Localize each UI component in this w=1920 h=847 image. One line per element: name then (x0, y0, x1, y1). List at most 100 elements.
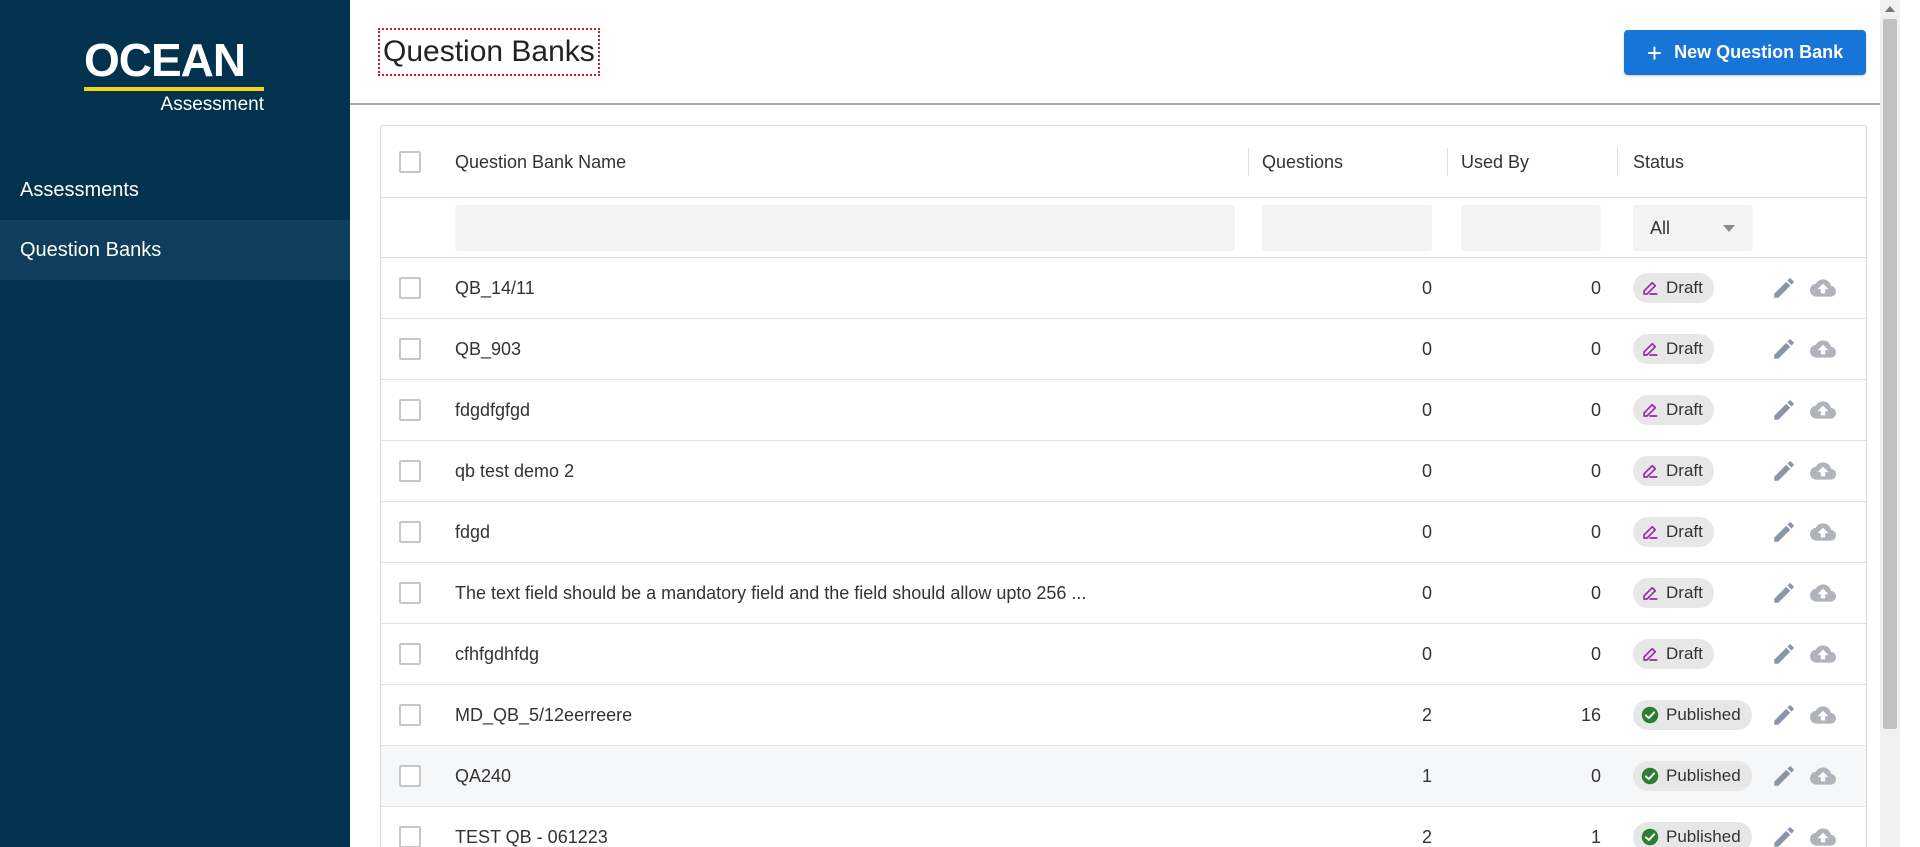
used-by-count: 0 (1590, 765, 1601, 786)
upload-cloud-icon[interactable] (1808, 273, 1838, 303)
questions-count: 0 (1421, 338, 1432, 359)
status-label: Draft (1666, 278, 1703, 297)
questions-count: 0 (1421, 582, 1432, 603)
scrollbar-thumb[interactable] (1883, 19, 1897, 729)
table-row[interactable]: fdgdfgfgd 0 0 Draft (381, 380, 1866, 441)
status-badge: Draft (1633, 273, 1714, 303)
edit-pencil-icon[interactable] (1769, 517, 1799, 547)
logo-subtitle: Assessment (160, 94, 264, 115)
sidebar-item-assessments[interactable]: Assessments (0, 160, 350, 220)
questions-count: 2 (1421, 826, 1432, 847)
new-question-bank-label: New Question Bank (1674, 42, 1844, 62)
used-by-count: 0 (1590, 399, 1601, 420)
upload-cloud-icon[interactable] (1808, 456, 1838, 486)
sidebar-item-question-banks[interactable]: Question Banks (0, 220, 350, 280)
published-check-icon (1641, 706, 1659, 724)
row-checkbox[interactable] (399, 826, 421, 847)
row-checkbox[interactable] (399, 582, 421, 604)
edit-pencil-icon[interactable] (1769, 273, 1799, 303)
table-header: Question Bank Name Questions Used By Sta… (381, 126, 1866, 198)
edit-pencil-icon[interactable] (1769, 761, 1799, 791)
select-all-checkbox[interactable] (399, 151, 421, 173)
status-badge: Draft (1633, 395, 1714, 425)
questions-count: 2 (1421, 704, 1432, 725)
ocean-assessment-logo[interactable]: OCEAN Assessment (84, 34, 266, 115)
column-divider (1447, 148, 1448, 176)
question-bank-name[interactable]: QA240 (455, 746, 511, 806)
name-filter-input[interactable] (455, 205, 1235, 251)
new-question-bank-button[interactable]: + New Question Bank (1624, 30, 1866, 75)
logo-wordmark: OCEAN (84, 34, 246, 86)
upload-cloud-icon[interactable] (1808, 761, 1838, 791)
upload-cloud-icon[interactable] (1808, 395, 1838, 425)
questions-filter-input[interactable] (1262, 205, 1432, 251)
status-badge: Published (1633, 700, 1752, 730)
status-label: Published (1666, 766, 1741, 785)
row-checkbox[interactable] (399, 765, 421, 787)
table-row[interactable]: cfhfgdhfdg 0 0 Draft (381, 624, 1866, 685)
edit-pencil-icon[interactable] (1769, 395, 1799, 425)
edit-pencil-icon[interactable] (1769, 578, 1799, 608)
question-banks-table: Question Bank Name Questions Used By Sta… (380, 125, 1867, 847)
column-header-name[interactable]: Question Bank Name (455, 126, 626, 198)
upload-cloud-icon[interactable] (1808, 700, 1838, 730)
row-checkbox[interactable] (399, 399, 421, 421)
row-select-cell (399, 746, 421, 806)
sidebar-item-label: Question Banks (20, 238, 162, 261)
question-bank-name[interactable]: fdgd (455, 502, 490, 562)
row-checkbox[interactable] (399, 277, 421, 299)
question-bank-name[interactable]: TEST QB - 061223 (455, 807, 608, 847)
column-header-used-by[interactable]: Used By (1461, 126, 1529, 198)
row-select-cell (399, 380, 421, 440)
question-bank-name[interactable]: qb test demo 2 (455, 441, 574, 501)
table-row[interactable]: QA240 1 0 Published (381, 746, 1866, 807)
question-bank-name[interactable]: fdgdfgfgd (455, 380, 530, 440)
edit-pencil-icon[interactable] (1769, 822, 1799, 847)
row-checkbox[interactable] (399, 521, 421, 543)
table-row[interactable]: The text field should be a mandatory fie… (381, 563, 1866, 624)
edit-pencil-icon[interactable] (1769, 700, 1799, 730)
upload-cloud-icon[interactable] (1808, 822, 1838, 847)
edit-pencil-icon[interactable] (1769, 334, 1799, 364)
row-checkbox[interactable] (399, 338, 421, 360)
used-by-count: 0 (1590, 643, 1601, 664)
upload-cloud-icon[interactable] (1808, 578, 1838, 608)
upload-cloud-icon[interactable] (1808, 334, 1838, 364)
published-check-icon (1641, 828, 1659, 846)
plus-icon: + (1646, 37, 1663, 68)
table-row[interactable]: QB_903 0 0 Draft (381, 319, 1866, 380)
main-content: Question Banks + New Question Bank Quest… (350, 0, 1900, 847)
upload-cloud-icon[interactable] (1808, 639, 1838, 669)
question-bank-name[interactable]: The text field should be a mandatory fie… (455, 563, 1086, 623)
table-row[interactable]: qb test demo 2 0 0 Draft (381, 441, 1866, 502)
used-by-filter-input[interactable] (1461, 205, 1601, 251)
select-all-cell (399, 126, 421, 198)
edit-pencil-icon[interactable] (1769, 639, 1799, 669)
page-scrollbar[interactable] (1880, 0, 1900, 847)
upload-cloud-icon[interactable] (1808, 517, 1838, 547)
table-row[interactable]: MD_QB_5/12eerreere 2 16 Published (381, 685, 1866, 746)
status-badge: Published (1633, 822, 1752, 847)
status-badge: Published (1633, 761, 1752, 791)
draft-edit-icon (1643, 586, 1658, 600)
table-row[interactable]: fdgd 0 0 Draft (381, 502, 1866, 563)
question-bank-name[interactable]: cfhfgdhfdg (455, 624, 539, 684)
question-bank-name[interactable]: MD_QB_5/12eerreere (455, 685, 632, 745)
published-check-icon (1641, 767, 1659, 785)
table-body: QB_14/11 0 0 Draft QB_903 0 0 Draft fdgdfgfgd 0 0 D… (381, 258, 1866, 847)
used-by-count: 16 (1580, 704, 1601, 725)
table-row[interactable]: QB_14/11 0 0 Draft (381, 258, 1866, 319)
status-label: Draft (1666, 522, 1703, 541)
row-checkbox[interactable] (399, 704, 421, 726)
column-header-status[interactable]: Status (1633, 126, 1684, 198)
question-bank-name[interactable]: QB_14/11 (455, 258, 535, 318)
question-bank-name[interactable]: QB_903 (455, 319, 521, 379)
edit-pencil-icon[interactable] (1769, 456, 1799, 486)
scroll-up-arrow[interactable] (1885, 6, 1895, 12)
status-filter-select[interactable]: All (1633, 205, 1753, 251)
table-row[interactable]: TEST QB - 061223 2 1 Published (381, 807, 1866, 847)
column-header-questions[interactable]: Questions (1262, 126, 1343, 198)
draft-edit-icon (1643, 647, 1658, 661)
row-checkbox[interactable] (399, 460, 421, 482)
row-checkbox[interactable] (399, 643, 421, 665)
